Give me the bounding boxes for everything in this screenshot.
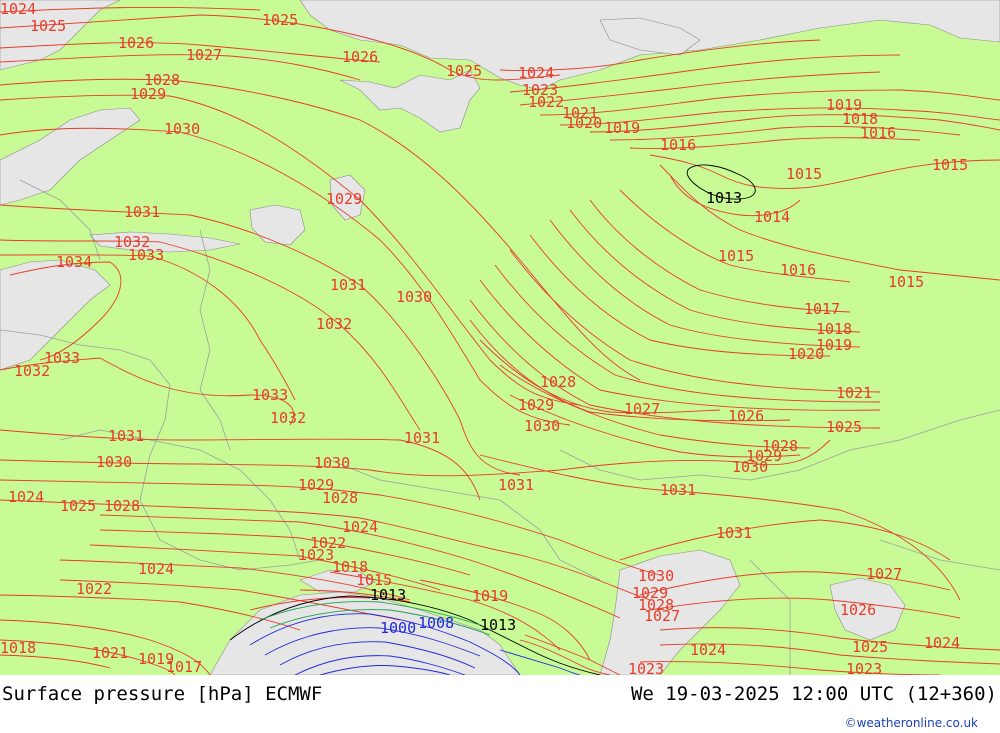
map-footer: Surface pressure [hPa] ECMWF We 19-03-20… (0, 675, 1000, 733)
isobar-label: 1032 (14, 362, 50, 380)
isobar-label: 1019 (472, 587, 508, 605)
isobar-label: 1015 (786, 165, 822, 183)
isobar-label: 1021 (92, 644, 128, 662)
isobar-label: 1024 (138, 560, 174, 578)
isobar-label: 1027 (866, 565, 902, 583)
isobar-label: 1000 (380, 619, 416, 637)
isobar-label: 1031 (108, 427, 144, 445)
isobar-label: 1029 (130, 85, 166, 103)
isobar-label: 1025 (446, 62, 482, 80)
isobar-label: 1019 (604, 119, 640, 137)
isobar-label: 1030 (314, 454, 350, 472)
isobar-label: 1028 (540, 373, 576, 391)
isobar-label: 1022 (528, 93, 564, 111)
isobar-label: 1016 (780, 261, 816, 279)
valid-time: We 19-03-2025 12:00 UTC (12+360) (630, 683, 997, 705)
map-title: Surface pressure [hPa] ECMWF (2, 683, 323, 705)
isobar-label: 1031 (498, 476, 534, 494)
isobar-label: 1024 (690, 641, 726, 659)
isobar-label: 1029 (326, 190, 362, 208)
isobar-label: 1013 (706, 189, 742, 207)
isobar-label: 1033 (252, 386, 288, 404)
isobar-label: 1025 (262, 11, 298, 29)
isobar-label: 1023 (846, 660, 882, 675)
isobar-label: 1030 (638, 567, 674, 585)
isobar-label: 1013 (480, 616, 516, 634)
isobar-label: 1029 (518, 396, 554, 414)
isobar-label: 1028 (322, 489, 358, 507)
isobar-label: 1027 (644, 607, 680, 625)
isobar-label: 1015 (718, 247, 754, 265)
isobar-label: 1023 (628, 660, 664, 675)
isobar-label: 1024 (518, 64, 554, 82)
isobar-label: 1034 (56, 253, 92, 271)
isobar-label: 1031 (124, 203, 160, 221)
isobar-label: 1020 (566, 114, 602, 132)
isobar-label: 1030 (164, 120, 200, 138)
isobar-label: 1027 (624, 400, 660, 418)
isobar-label: 1031 (330, 276, 366, 294)
isobar-label: 1027 (186, 46, 222, 64)
isobar-label: 1031 (404, 429, 440, 447)
credit-link[interactable]: ©weatheronline.co.uk (845, 716, 978, 730)
isobar-label: 1030 (524, 417, 560, 435)
isobar-label: 1026 (728, 407, 764, 425)
isobar-label: 1022 (76, 580, 112, 598)
isobar-label: 1015 (888, 273, 924, 291)
isobar-label: 1017 (166, 658, 202, 675)
isobar-label: 1025 (852, 638, 888, 656)
isobar-label: 1025 (826, 418, 862, 436)
isobar-label: 1032 (316, 315, 352, 333)
isobar-label: 1016 (860, 124, 896, 142)
isobar-label: 1030 (396, 288, 432, 306)
isobar-label: 1032 (270, 409, 306, 427)
isobar-label: 1013 (370, 586, 406, 604)
isobar-label: 1028 (104, 497, 140, 515)
isobar-label: 1033 (128, 246, 164, 264)
isobar-label: 1016 (660, 136, 696, 154)
isobar-label: 1026 (118, 34, 154, 52)
isobar-label: 1021 (836, 384, 872, 402)
isobar-label: 1018 (0, 639, 36, 657)
isobar-label: 1020 (788, 345, 824, 363)
isobar-label: 1024 (0, 0, 36, 18)
isobar-label: 1014 (754, 208, 790, 226)
isobar-label: 1025 (30, 17, 66, 35)
isobar-label: 1026 (342, 48, 378, 66)
isobar-label: 1008 (418, 614, 454, 632)
isobar-label: 1024 (8, 488, 44, 506)
isobar-label: 1030 (732, 458, 768, 476)
isobar-label: 1024 (924, 634, 960, 652)
isobar-label: 1024 (342, 518, 378, 536)
map-canvas: 10241025 102510261027 10261025 102410231022… (0, 0, 1000, 675)
isobar-label: 1023 (298, 546, 334, 564)
isobar-label: 1030 (96, 453, 132, 471)
pressure-map: 1024 1025 1025 1026 1027 1026 1025 1024 1023 1022… (0, 0, 1000, 675)
isobar-label: 1026 (840, 601, 876, 619)
isobar-label: 1031 (716, 524, 752, 542)
isobar-label: 1015 (932, 156, 968, 174)
isobar-label: 1031 (660, 481, 696, 499)
isobar-label: 1017 (804, 300, 840, 318)
isobar-label: 1025 (60, 497, 96, 515)
